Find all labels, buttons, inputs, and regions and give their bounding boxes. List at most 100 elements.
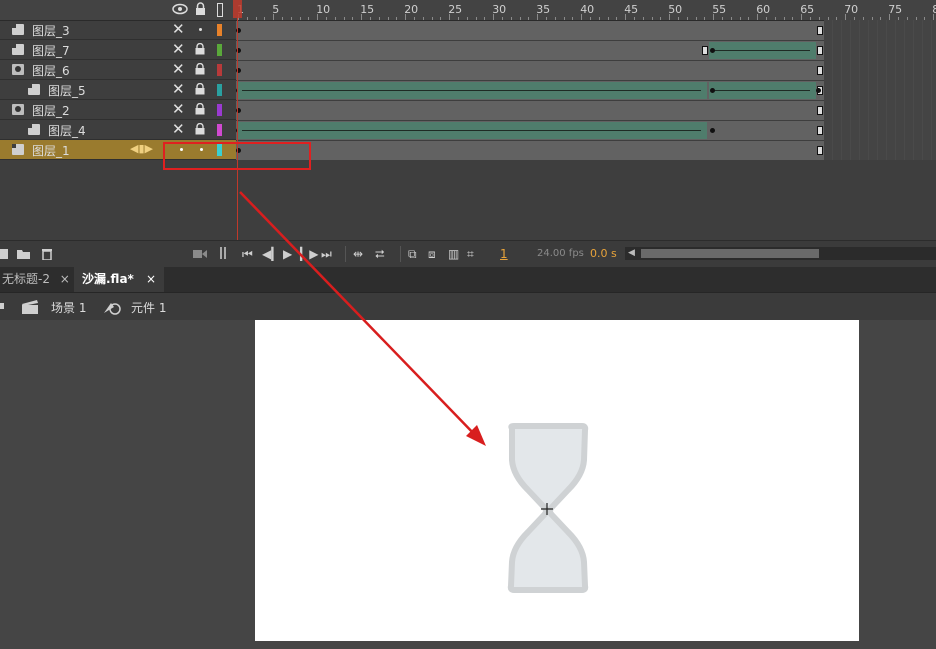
ruler-label: 75 bbox=[888, 3, 903, 16]
eye-icon[interactable] bbox=[172, 3, 188, 15]
keyframe[interactable] bbox=[816, 88, 821, 93]
ruler-tick bbox=[414, 17, 415, 20]
layer-name[interactable]: 图层_1 bbox=[32, 142, 70, 159]
outline-icon[interactable] bbox=[217, 3, 223, 17]
layer-icon bbox=[12, 144, 24, 155]
hidden-icon[interactable]: ✕ bbox=[172, 120, 185, 138]
panel-resize-icon[interactable] bbox=[220, 247, 222, 259]
tween-arrow bbox=[713, 50, 810, 51]
keyframe[interactable] bbox=[710, 48, 715, 53]
layer-row[interactable]: 图层_2 ✕ bbox=[0, 100, 236, 120]
layer-color-swatch[interactable] bbox=[217, 84, 222, 96]
layer-name[interactable]: 图层_7 bbox=[32, 42, 70, 59]
back-icon[interactable] bbox=[0, 303, 4, 309]
hidden-icon[interactable]: ✕ bbox=[172, 60, 185, 78]
end-keyframe[interactable] bbox=[817, 146, 823, 155]
trash-icon[interactable] bbox=[41, 247, 53, 260]
end-keyframe[interactable] bbox=[817, 26, 823, 35]
pencil-edit-icon: ◀▮▶ bbox=[130, 142, 153, 155]
ruler-tick bbox=[308, 17, 310, 20]
breadcrumb-scene[interactable]: 场景 1 bbox=[51, 299, 86, 316]
layer-row[interactable]: 图层_7 ✕ bbox=[0, 40, 236, 60]
new-folder-icon[interactable] bbox=[17, 248, 31, 260]
motion-tween[interactable] bbox=[238, 82, 707, 99]
time-readout[interactable]: 0.0 s bbox=[590, 247, 617, 260]
ruler-tick bbox=[783, 17, 785, 20]
lock-icon[interactable] bbox=[195, 63, 205, 75]
layer-color-swatch[interactable] bbox=[217, 44, 222, 56]
current-frame[interactable]: 1 bbox=[500, 247, 508, 261]
playhead-handle[interactable] bbox=[233, 0, 242, 18]
highlight-box bbox=[163, 142, 311, 170]
close-icon[interactable]: × bbox=[60, 272, 70, 286]
layer-row[interactable]: 图层_6 ✕ bbox=[0, 60, 236, 80]
fps-readout[interactable]: 24.00 fps bbox=[537, 248, 584, 259]
timeline-ruler[interactable]: 1510152025303540455055606570758 bbox=[236, 0, 936, 21]
layer-icon bbox=[12, 24, 24, 35]
scroll-thumb[interactable] bbox=[641, 249, 819, 258]
layer-row[interactable]: 图层_4 ✕ bbox=[0, 120, 236, 140]
ruler-label: 65 bbox=[800, 3, 815, 16]
mask-layer-icon bbox=[12, 64, 24, 75]
layer-color-swatch[interactable] bbox=[217, 64, 222, 76]
ruler-tick bbox=[748, 17, 750, 20]
keyframe[interactable] bbox=[710, 88, 715, 93]
motion-tween[interactable] bbox=[709, 82, 816, 99]
camera-icon[interactable] bbox=[193, 249, 207, 259]
lock-icon[interactable] bbox=[195, 103, 205, 115]
hidden-icon[interactable]: ✕ bbox=[172, 20, 185, 38]
lock-icon[interactable] bbox=[195, 2, 206, 16]
layer-color-swatch[interactable] bbox=[217, 124, 222, 136]
new-layer-icon[interactable] bbox=[0, 248, 10, 260]
keyframe[interactable] bbox=[710, 128, 715, 133]
ruler-tick bbox=[370, 17, 371, 20]
lock-icon[interactable] bbox=[195, 123, 205, 135]
ruler-tick bbox=[704, 17, 706, 20]
ruler-label: 30 bbox=[492, 3, 507, 16]
end-keyframe[interactable] bbox=[817, 66, 823, 75]
ruler-tick bbox=[510, 17, 512, 20]
unlocked-dot-icon[interactable] bbox=[199, 28, 202, 31]
hidden-icon[interactable]: ✕ bbox=[172, 40, 185, 58]
layer-name[interactable]: 图层_5 bbox=[48, 82, 86, 99]
ruler-tick bbox=[502, 17, 503, 20]
end-keyframe[interactable] bbox=[817, 106, 823, 115]
keyframe[interactable] bbox=[702, 46, 708, 55]
motion-tween[interactable] bbox=[238, 122, 707, 139]
layer-name[interactable]: 图层_6 bbox=[32, 62, 70, 79]
ruler-tick bbox=[326, 17, 327, 20]
ruler-label: 40 bbox=[580, 3, 595, 16]
layer-name[interactable]: 图层_3 bbox=[32, 22, 70, 39]
layer-row[interactable]: 图层_5 ✕ bbox=[0, 80, 236, 100]
masked-layer-icon bbox=[28, 124, 40, 135]
tab-untitled-2[interactable]: 无标题-2 × bbox=[0, 267, 78, 292]
breadcrumb-symbol[interactable]: 元件 1 bbox=[131, 299, 166, 316]
frame-track[interactable] bbox=[236, 21, 824, 40]
tween-arrow bbox=[713, 90, 810, 91]
hidden-icon[interactable]: ✕ bbox=[172, 80, 185, 98]
frame-track[interactable] bbox=[236, 101, 824, 120]
motion-tween[interactable] bbox=[709, 42, 816, 59]
end-keyframe[interactable] bbox=[817, 126, 823, 135]
layer-color-swatch[interactable] bbox=[217, 24, 222, 36]
layer-name[interactable]: 图层_4 bbox=[48, 122, 86, 139]
close-icon[interactable]: × bbox=[146, 272, 156, 286]
empty-frames[interactable] bbox=[824, 20, 936, 160]
ruler-label: 10 bbox=[316, 3, 331, 16]
layer-name[interactable]: 图层_2 bbox=[32, 102, 70, 119]
tab-hourglass[interactable]: 沙漏.fla* × bbox=[74, 267, 165, 292]
hidden-icon[interactable]: ✕ bbox=[172, 100, 185, 118]
lock-icon[interactable] bbox=[195, 43, 205, 55]
ruler-tick bbox=[422, 17, 424, 20]
ruler-label: 70 bbox=[844, 3, 859, 16]
layer-row[interactable]: 图层_3 ✕ bbox=[0, 20, 236, 40]
layer-color-swatch[interactable] bbox=[217, 104, 222, 116]
masked-layer-icon bbox=[28, 84, 40, 95]
frame-track[interactable] bbox=[236, 141, 824, 160]
scroll-left-icon[interactable]: ◀ bbox=[628, 248, 635, 258]
lock-icon[interactable] bbox=[195, 83, 205, 95]
frame-track[interactable] bbox=[236, 61, 824, 80]
ruler-tick bbox=[766, 17, 767, 20]
timeline-hscrollbar[interactable]: ◀ bbox=[625, 247, 936, 260]
end-keyframe[interactable] bbox=[817, 46, 823, 55]
